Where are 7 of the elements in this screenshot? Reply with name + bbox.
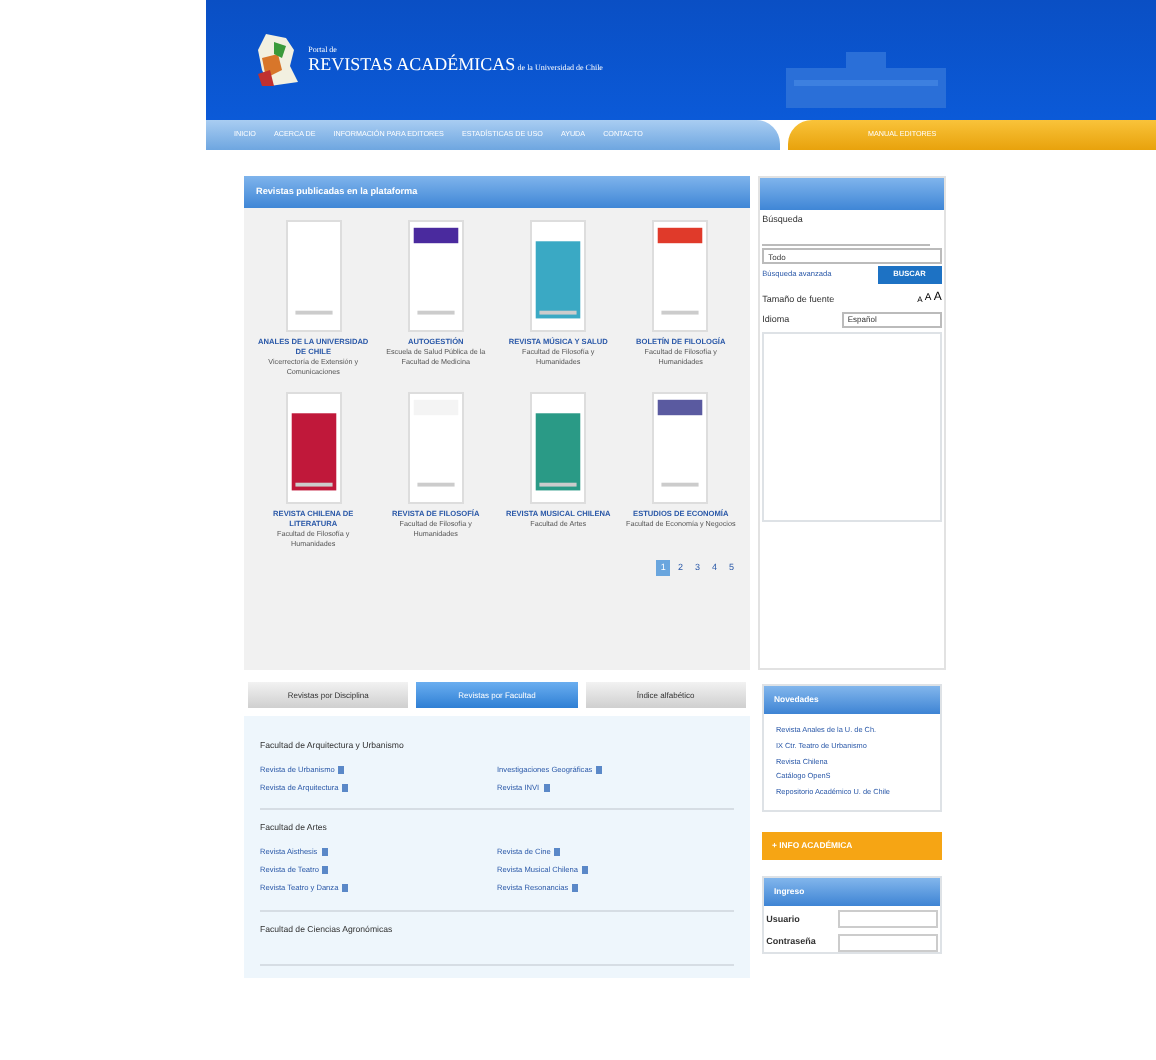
document-icon[interactable] bbox=[596, 766, 603, 775]
document-icon[interactable] bbox=[554, 848, 561, 857]
user-field[interactable] bbox=[837, 910, 938, 929]
password-field[interactable] bbox=[837, 933, 938, 952]
document-icon[interactable] bbox=[543, 783, 550, 792]
portal-title: REVISTAS ACADÉMICAS bbox=[308, 53, 516, 77]
document-icon[interactable] bbox=[342, 884, 349, 893]
